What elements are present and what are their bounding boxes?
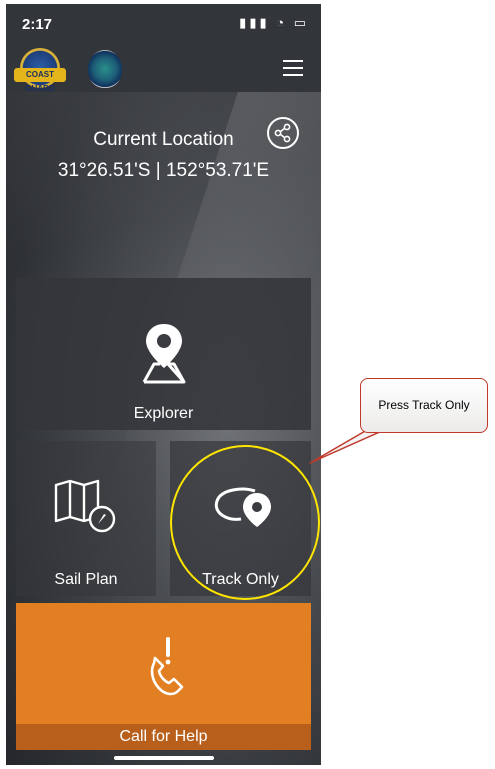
status-icons: ▮▮▮ ◔ ▭ [239, 15, 309, 30]
share-icon[interactable] [267, 117, 299, 149]
call-for-help-label: Call for Help [16, 724, 311, 750]
explorer-tile[interactable]: Explorer [16, 278, 311, 430]
current-location-coordinates: 31°26.51'S | 152°53.71'E [57, 160, 270, 181]
call-for-help-tile[interactable]: Call for Help [16, 603, 311, 750]
status-bar: 2:17 ▮▮▮ ◔ ▭ [6, 4, 321, 44]
explorer-label: Explorer [133, 405, 194, 422]
hamburger-menu-icon[interactable] [283, 60, 303, 76]
phone-alert-icon [150, 637, 184, 696]
phone-screen: 2:17 ▮▮▮ ◔ ▭ COAST GUARD Current Locatio… [6, 4, 321, 765]
map-pin-icon [142, 324, 186, 384]
highlight-ring [170, 445, 320, 600]
home-indicator[interactable] [114, 756, 214, 760]
map-compass-icon [54, 479, 116, 533]
callout-box: Press Track Only [360, 378, 488, 433]
sail-plan-label: Sail Plan [54, 571, 118, 588]
marine-rescue-logo [88, 50, 122, 88]
app-header: COAST GUARD [6, 44, 321, 93]
callout-text: Press Track Only [378, 398, 470, 412]
sail-plan-tile[interactable]: Sail Plan [16, 441, 156, 596]
status-time: 2:17 [22, 16, 53, 33]
coast-guard-logo-label: COAST GUARD [14, 68, 66, 93]
